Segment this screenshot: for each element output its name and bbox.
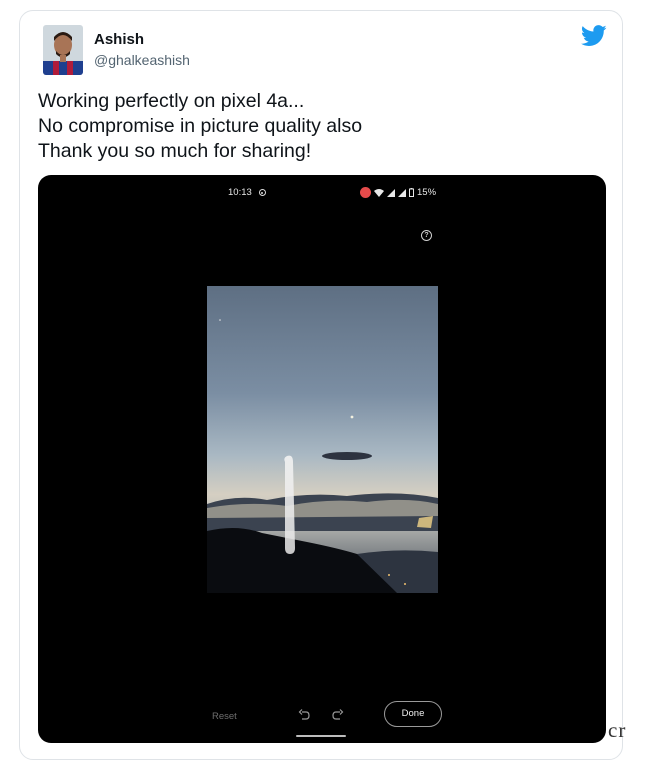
author-handle[interactable]: @ghalkeashish: [94, 52, 190, 68]
status-time: 10:13: [228, 187, 252, 198]
redo-icon[interactable]: [330, 708, 344, 722]
edited-photo: [207, 286, 438, 593]
tweet-line: Working perfectly on pixel 4a...: [38, 90, 305, 112]
author-name[interactable]: Ashish: [94, 31, 144, 48]
battery-icon: [409, 188, 414, 197]
tweet-line: Thank you so much for sharing!: [38, 140, 312, 162]
done-button[interactable]: Done: [384, 701, 442, 727]
tweet-line: No compromise in picture quality also: [38, 115, 363, 137]
wifi-icon: [374, 188, 384, 197]
twitter-bird-icon[interactable]: [581, 25, 607, 47]
battery-percent: 15%: [417, 187, 437, 198]
phone-status-right: 15%: [360, 187, 436, 198]
tweet-text: Working perfectly on pixel 4a... No comp…: [38, 89, 598, 164]
reset-button[interactable]: Reset: [212, 711, 237, 722]
tweet-media-screenshot[interactable]: 10:13 15% ? Reset Done: [38, 175, 606, 743]
phone-status-left: 10:13: [228, 187, 266, 198]
notification-icon: [360, 187, 371, 198]
signal-icon: [398, 188, 406, 197]
signal-icon: [387, 188, 395, 197]
help-icon[interactable]: ?: [421, 230, 432, 241]
home-indicator: [296, 735, 346, 737]
tweet-card: Ashish @ghalkeashish Working perfectly o…: [19, 10, 623, 760]
undo-icon[interactable]: [298, 708, 312, 722]
watermark-text: cr: [608, 718, 627, 742]
record-icon: [258, 189, 266, 196]
avatar[interactable]: [43, 25, 83, 75]
